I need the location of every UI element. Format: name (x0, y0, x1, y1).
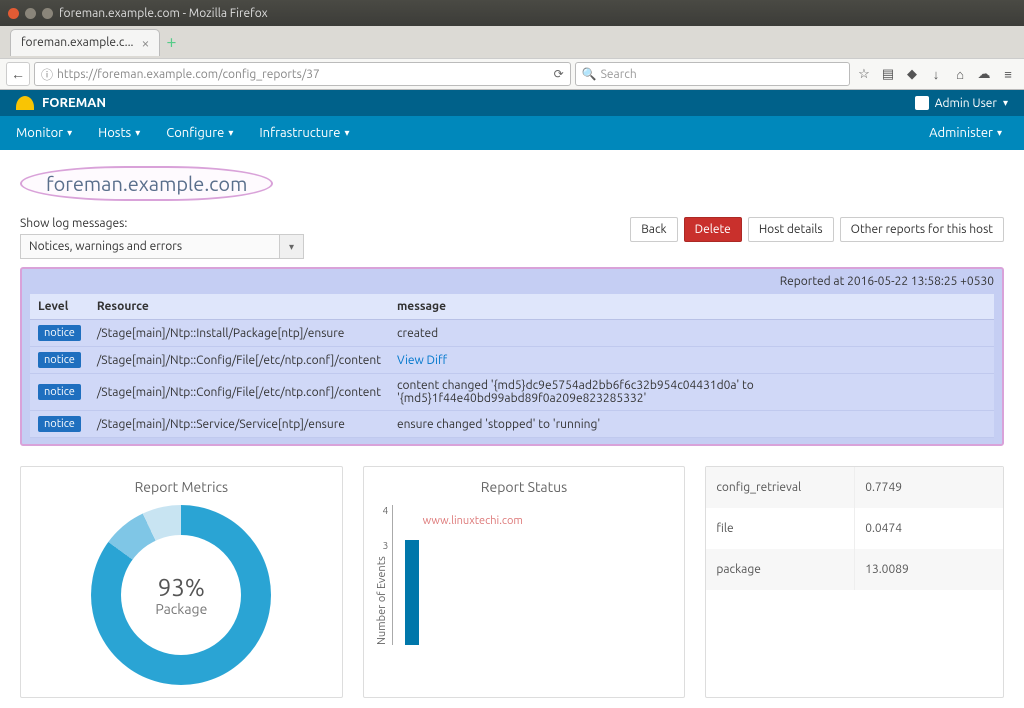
lock-icon: ⓘ (41, 66, 53, 83)
browser-tabbar: foreman.example.c... × + (0, 26, 1024, 58)
donut-label: Package (155, 601, 207, 617)
y-tick: 3 (383, 540, 389, 551)
search-icon: 🔍 (582, 67, 597, 81)
resource-cell: /Stage[main]/Ntp::Install/Package[ntp]/e… (89, 320, 389, 347)
nav-configure[interactable]: Configure▾ (166, 126, 233, 140)
url-input[interactable]: ⓘ https://foreman.example.com/config_rep… (34, 62, 571, 86)
url-text: https://foreman.example.com/config_repor… (57, 68, 320, 81)
metric-name: config_retrieval (706, 467, 855, 508)
nav-infrastructure[interactable]: Infrastructure▾ (259, 126, 349, 140)
new-tab-icon[interactable]: + (166, 32, 176, 52)
y-tick: 4 (383, 505, 389, 516)
log-table: Level Resource message notice /Stage[mai… (30, 294, 994, 438)
level-badge: notice (38, 416, 81, 432)
message-cell: ensure changed 'stopped' to 'running' (389, 411, 994, 438)
resource-cell: /Stage[main]/Ntp::Config/File[/etc/ntp.c… (89, 347, 389, 374)
metric-value: 13.0089 (855, 549, 1003, 590)
table-row: notice /Stage[main]/Ntp::Config/File[/et… (30, 347, 994, 374)
chevron-down-icon: ▾ (67, 127, 72, 139)
bar (405, 540, 419, 645)
foreman-logo-icon (16, 96, 34, 110)
panel-title: Report Metrics (33, 479, 330, 495)
nav-hosts[interactable]: Hosts▾ (98, 126, 140, 140)
brand-name: FOREMAN (42, 96, 106, 110)
resource-cell: /Stage[main]/Ntp::Config/File[/etc/ntp.c… (89, 374, 389, 411)
col-level: Level (30, 294, 89, 320)
bar-chart: www.linuxtechi.com 4 3 (392, 505, 673, 645)
window-maximize-icon[interactable] (42, 8, 53, 19)
search-input[interactable]: 🔍 Search (575, 62, 850, 86)
donut-percent: 93% (158, 574, 205, 601)
reported-at: Reported at 2016-05-22 13:58:25 +0530 (30, 275, 994, 288)
report-log-section: Reported at 2016-05-22 13:58:25 +0530 Le… (20, 267, 1004, 446)
metric-name: package (706, 549, 855, 590)
select-value: Notices, warnings and errors (20, 234, 280, 259)
host-details-button[interactable]: Host details (748, 217, 834, 242)
resource-cell: /Stage[main]/Ntp::Service/Service[ntp]/e… (89, 411, 389, 438)
avatar-icon (915, 96, 929, 110)
window-title: foreman.example.com - Mozilla Firefox (59, 7, 268, 20)
downloads-icon[interactable]: ↓ (926, 64, 946, 84)
chevron-down-icon: ▾ (997, 127, 1002, 139)
page-title: foreman.example.com (20, 166, 273, 201)
window-minimize-icon[interactable] (25, 8, 36, 19)
back-icon[interactable]: ← (6, 62, 30, 86)
table-row: notice /Stage[main]/Ntp::Service/Service… (30, 411, 994, 438)
nav-administer[interactable]: Administer▾ (929, 126, 1002, 140)
chat-icon[interactable]: ☁ (974, 64, 994, 84)
window-close-icon[interactable] (8, 8, 19, 19)
watermark-text: www.linuxtechi.com (423, 515, 523, 527)
home-icon[interactable]: ⌂ (950, 64, 970, 84)
user-menu[interactable]: Admin User ▾ (915, 96, 1008, 110)
app-brandbar: FOREMAN Admin User ▾ (0, 90, 1024, 116)
level-badge: notice (38, 352, 81, 368)
level-badge: notice (38, 384, 81, 400)
menu-icon[interactable]: ≡ (998, 64, 1018, 84)
back-button[interactable]: Back (630, 217, 677, 242)
level-badge: notice (38, 325, 81, 341)
table-row: notice /Stage[main]/Ntp::Install/Package… (30, 320, 994, 347)
library-icon[interactable]: ▤ (878, 64, 898, 84)
view-diff-link[interactable]: View Diff (397, 354, 447, 367)
nav-monitor[interactable]: Monitor▾ (16, 126, 72, 140)
metric-row: config_retrieval 0.7749 (706, 467, 1003, 508)
message-cell: content changed '{md5}dc9e5754ad2bb6f6c3… (389, 374, 994, 411)
search-placeholder: Search (601, 68, 637, 81)
chevron-down-icon: ▾ (228, 127, 233, 139)
metric-row: package 13.0089 (706, 549, 1003, 590)
chevron-down-icon: ▾ (1003, 97, 1008, 109)
other-reports-button[interactable]: Other reports for this host (840, 217, 1004, 242)
log-filter-label: Show log messages: (20, 217, 304, 230)
col-resource: Resource (89, 294, 389, 320)
main-nav: Monitor▾ Hosts▾ Configure▾ Infrastructur… (0, 116, 1024, 150)
tab-label: foreman.example.c... (21, 36, 133, 49)
log-filter-select[interactable]: Notices, warnings and errors ▾ (20, 234, 304, 259)
report-metrics-panel: Report Metrics 93% Package (20, 466, 343, 698)
metric-value: 0.7749 (855, 467, 1003, 508)
browser-urlbar: ← ⓘ https://foreman.example.com/config_r… (0, 58, 1024, 90)
pocket-icon[interactable]: ◆ (902, 64, 922, 84)
metrics-table-panel: config_retrieval 0.7749 file 0.0474 pack… (705, 466, 1004, 698)
report-status-panel: Report Status Number of Events www.linux… (363, 466, 686, 698)
col-message: message (389, 294, 994, 320)
browser-tab[interactable]: foreman.example.c... × (10, 29, 160, 56)
metric-row: file 0.0474 (706, 508, 1003, 549)
message-cell: created (389, 320, 994, 347)
bookmark-star-icon[interactable]: ☆ (854, 64, 874, 84)
user-name: Admin User (935, 97, 997, 110)
chevron-down-icon: ▾ (135, 127, 140, 139)
table-row: notice /Stage[main]/Ntp::Config/File[/et… (30, 374, 994, 411)
metric-name: file (706, 508, 855, 549)
chevron-down-icon[interactable]: ▾ (280, 234, 304, 259)
reload-icon[interactable]: ⟳ (554, 67, 564, 81)
metric-value: 0.0474 (855, 508, 1003, 549)
y-axis-label: Number of Events (376, 505, 388, 645)
donut-chart: 93% Package (91, 505, 271, 685)
chevron-down-icon: ▾ (344, 127, 349, 139)
panel-title: Report Status (376, 479, 673, 495)
os-titlebar: foreman.example.com - Mozilla Firefox (0, 0, 1024, 26)
delete-button[interactable]: Delete (684, 217, 742, 242)
tab-close-icon[interactable]: × (141, 35, 149, 51)
